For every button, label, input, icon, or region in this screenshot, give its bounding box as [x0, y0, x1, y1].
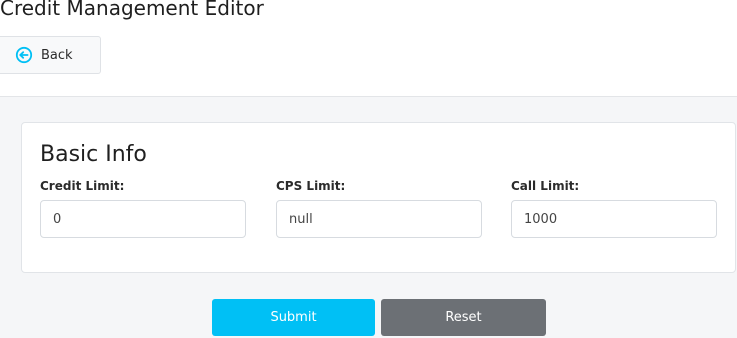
- circle-arrow-left-icon: [15, 46, 33, 64]
- credit-limit-field: Credit Limit:: [40, 179, 246, 238]
- page-header: Credit Management Editor Back: [0, 0, 737, 97]
- submit-button[interactable]: Submit: [212, 299, 375, 336]
- call-limit-input[interactable]: [511, 200, 717, 238]
- page-title: Credit Management Editor: [0, 0, 264, 20]
- credit-limit-label: Credit Limit:: [40, 179, 125, 193]
- reset-button[interactable]: Reset: [381, 299, 546, 336]
- call-limit-field: Call Limit:: [511, 179, 717, 238]
- back-button-label: Back: [41, 47, 73, 63]
- call-limit-label: Call Limit:: [511, 179, 580, 193]
- back-button[interactable]: Back: [0, 36, 101, 74]
- content-area: Basic Info Credit Limit: CPS Limit: Call…: [0, 97, 737, 338]
- basic-info-card: Basic Info Credit Limit: CPS Limit: Call…: [21, 122, 736, 273]
- cps-limit-field: CPS Limit:: [276, 179, 482, 238]
- cps-limit-input[interactable]: [276, 200, 482, 238]
- credit-limit-input[interactable]: [40, 200, 246, 238]
- cps-limit-label: CPS Limit:: [276, 179, 346, 193]
- basic-info-title: Basic Info: [40, 142, 147, 167]
